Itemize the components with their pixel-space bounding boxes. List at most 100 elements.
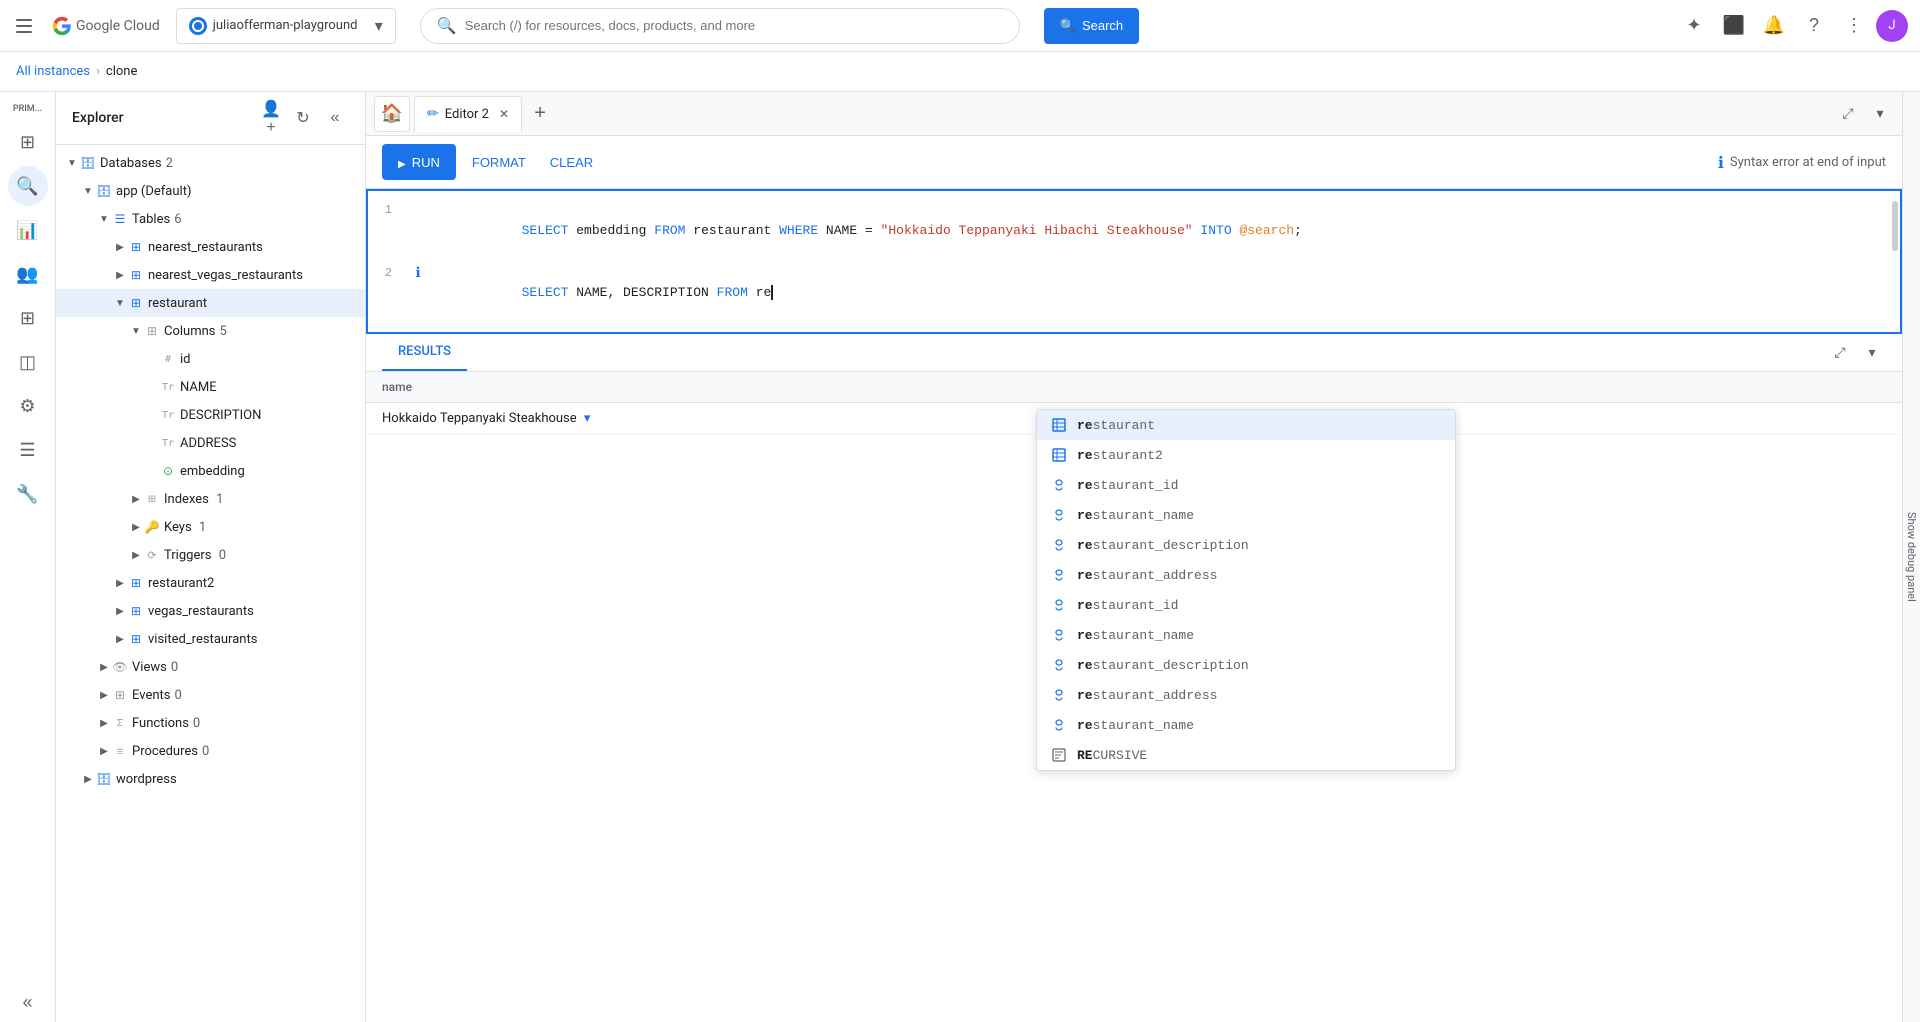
fullscreen-results-button[interactable]: ⤢ (1826, 339, 1854, 367)
autocomplete-item-restaurant-addr-1[interactable]: restaurant_address (1037, 560, 1455, 590)
code-editor[interactable]: 1 SELECT embedding FROM restaurant WHERE… (366, 189, 1902, 334)
autocomplete-item-restaurant-desc-1[interactable]: restaurant_description (1037, 530, 1455, 560)
autocomplete-item-restaurant-name-3[interactable]: restaurant_name (1037, 710, 1455, 740)
tree-item-keys[interactable]: 🔑 Keys 1 ⋮ (56, 513, 365, 541)
logo-text: Google Cloud (76, 18, 160, 34)
tree-item-functions[interactable]: Σ Functions0 ⋮ (56, 709, 365, 737)
sidebar-icon-list[interactable]: ☰ (8, 430, 48, 470)
sidebar-icon-monitoring[interactable]: 📊 (8, 210, 48, 250)
sidebar-icon-tables[interactable]: ⊞ (8, 298, 48, 338)
ac-recursive-icon (1049, 745, 1069, 765)
nearest-restaurants-label: nearest_restaurants (148, 240, 337, 255)
autocomplete-item-restaurant2[interactable]: restaurant2 (1037, 440, 1455, 470)
tree-item-visited-restaurants[interactable]: ⊞ visited_restaurants ⋮ (56, 625, 365, 653)
col-addr-icon: Tr (160, 435, 176, 451)
sidebar-icon-database[interactable]: ◫ (8, 342, 48, 382)
sidebar-icon-tools[interactable]: 🔧 (8, 474, 48, 514)
vegas-icon: ⊞ (128, 603, 144, 619)
vertical-scrollbar[interactable] (1892, 201, 1898, 251)
autocomplete-item-restaurant-name-1[interactable]: restaurant_name (1037, 500, 1455, 530)
tree-item-col-name[interactable]: Tr NAME ⋮ (56, 373, 365, 401)
editor-container: 1 SELECT embedding FROM restaurant WHERE… (366, 189, 1902, 334)
tree-item-columns[interactable]: ⊞ Columns5 ⋮ (56, 317, 365, 345)
breadcrumb-all-instances[interactable]: All instances (16, 64, 90, 79)
tree-item-col-embedding[interactable]: ⊙ embedding ⋮ (56, 457, 365, 485)
autocomplete-item-restaurant-desc-2[interactable]: restaurant_description (1037, 650, 1455, 680)
explorer-panel: Explorer 👤+ ↻ « 🗄 Databases2 ⋮ 🗄 a (56, 92, 366, 1022)
sidebar-collapse-btn[interactable]: « (8, 982, 48, 1022)
expand-cell-button[interactable]: ▾ (584, 411, 591, 426)
autocomplete-item-restaurant-id-1[interactable]: restaurant_id (1037, 470, 1455, 500)
run-button[interactable]: RUN (382, 144, 456, 180)
home-tab[interactable]: 🏠 (374, 96, 410, 132)
add-tab-button[interactable]: + (526, 100, 554, 128)
add-person-button[interactable]: 👤+ (257, 104, 285, 132)
tables-arrow (96, 211, 112, 227)
project-icon (189, 17, 207, 35)
refresh-button[interactable]: ↻ (289, 104, 317, 132)
sidebar-icon-settings[interactable]: ⚙ (8, 386, 48, 426)
tree-item-databases[interactable]: 🗄 Databases2 ⋮ (56, 149, 365, 177)
tree-item-triggers[interactable]: ⟳ Triggers 0 ⋮ (56, 541, 365, 569)
notifications-button[interactable]: 🔔 (1756, 8, 1792, 44)
editor-2-tab[interactable]: ✏ Editor 2 ✕ (414, 96, 522, 132)
sidebar-icon-search[interactable]: 🔍 (8, 166, 48, 206)
sidebar-icon-panel: PRIM... ⊞ 🔍 📊 👥 ⊞ ◫ ⚙ ☰ 🔧 « (0, 92, 56, 1022)
results-tab-results[interactable]: RESULTS (382, 334, 467, 371)
tree-item-wordpress[interactable]: 🗄 wordpress ⋮ (56, 765, 365, 793)
tree-item-procedures[interactable]: ≡ Procedures0 ⋮ (56, 737, 365, 765)
editor-chevron-button[interactable]: ▾ (1866, 100, 1894, 128)
tree-item-indexes[interactable]: ⊞ Indexes 1 ⋮ (56, 485, 365, 513)
avatar[interactable]: J (1876, 10, 1908, 42)
autocomplete-item-restaurant-id-2[interactable]: restaurant_id (1037, 590, 1455, 620)
tree-item-nearest-restaurants[interactable]: ⊞ nearest_restaurants ⋮ (56, 233, 365, 261)
expand-editor-button[interactable]: ⤢ (1834, 100, 1862, 128)
visited-arrow (112, 631, 128, 647)
star-button[interactable]: ✦ (1676, 8, 1712, 44)
autocomplete-item-restaurant[interactable]: restaurant (1037, 410, 1455, 440)
tree-item-events[interactable]: ⊞ Events0 ⋮ (56, 681, 365, 709)
tree-item-restaurant[interactable]: ⊞ restaurant ⋮ (56, 289, 365, 317)
search-icon: 🔍 (437, 16, 457, 35)
more-options-button[interactable]: ⋮ (1836, 8, 1872, 44)
autocomplete-item-restaurant-addr-2[interactable]: restaurant_address (1037, 680, 1455, 710)
hamburger-menu[interactable] (12, 14, 36, 38)
global-search-bar[interactable]: 🔍 (420, 8, 1020, 44)
explorer-title: Explorer (72, 110, 124, 126)
wordpress-arrow (80, 771, 96, 787)
help-button[interactable]: ? (1796, 8, 1832, 44)
ac-text-1: restaurant (1077, 418, 1155, 433)
terminal-button[interactable]: ⬛ (1716, 8, 1752, 44)
tree-item-col-description[interactable]: Tr DESCRIPTION ⋮ (56, 401, 365, 429)
nearest-vegas-arrow (112, 267, 128, 283)
format-button[interactable]: FORMAT (464, 144, 534, 180)
indexes-arrow (128, 491, 144, 507)
code-line-2: 2 ℹ SELECT NAME, DESCRIPTION FROM re (368, 262, 1900, 325)
autocomplete-item-restaurant-name-2[interactable]: restaurant_name (1037, 620, 1455, 650)
autocomplete-item-recursive[interactable]: RECURSIVE (1037, 740, 1455, 770)
tree-item-vegas-restaurants[interactable]: ⊞ vegas_restaurants ⋮ (56, 597, 365, 625)
columns-arrow (128, 323, 144, 339)
triggers-icon: ⟳ (144, 547, 160, 563)
editor-tab-close[interactable]: ✕ (499, 107, 509, 121)
collapse-panel-button[interactable]: « (321, 104, 349, 132)
tree-item-col-id[interactable]: # id ⋮ (56, 345, 365, 373)
collapse-results-button[interactable]: ▾ (1858, 339, 1886, 367)
tree-item-col-address[interactable]: Tr ADDRESS ⋮ (56, 429, 365, 457)
clear-button[interactable]: CLEAR (542, 144, 601, 180)
tree-item-nearest-vegas[interactable]: ⊞ nearest_vegas_restaurants ⋮ (56, 261, 365, 289)
search-button[interactable]: 🔍 Search (1044, 8, 1139, 44)
global-search-input[interactable] (465, 18, 1003, 33)
sidebar-icon-users[interactable]: 👥 (8, 254, 48, 294)
keys-arrow (128, 519, 144, 535)
nearest-vegas-icon: ⊞ (128, 267, 144, 283)
tree-item-app[interactable]: 🗄 app (Default) ⋮ (56, 177, 365, 205)
procedures-icon: ≡ (112, 743, 128, 759)
debug-panel-toggle[interactable]: Show debug panel (1902, 92, 1920, 1022)
tree-item-views[interactable]: 👁 Views0 ⋮ (56, 653, 365, 681)
project-selector[interactable]: juliaofferman-playground ▾ (176, 8, 396, 44)
breadcrumb-nav: All instances › clone (0, 52, 1920, 92)
sidebar-icon-home[interactable]: ⊞ (8, 122, 48, 162)
tree-item-tables[interactable]: ☰ Tables6 ⋮ (56, 205, 365, 233)
tree-item-restaurant2[interactable]: ⊞ restaurant2 ⋮ (56, 569, 365, 597)
